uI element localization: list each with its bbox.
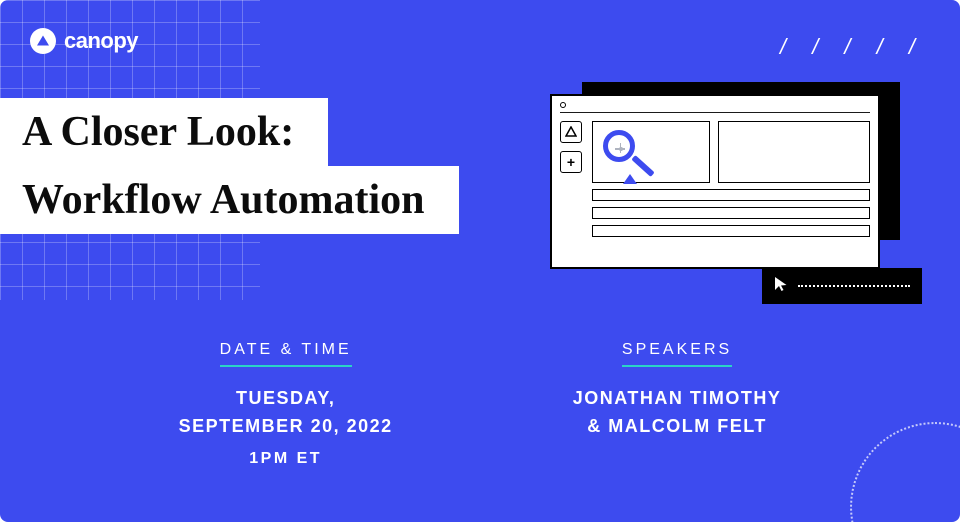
speakers-value: JONATHAN TIMOTHY & MALCOLM FELT bbox=[573, 385, 782, 441]
speaker-line-2: & MALCOLM FELT bbox=[587, 416, 767, 436]
illustration-window: + bbox=[550, 94, 880, 269]
content-pane-main bbox=[718, 121, 870, 183]
brand-mark-icon bbox=[30, 28, 56, 54]
speaker-line-1: JONATHAN TIMOTHY bbox=[573, 388, 782, 408]
window-dot-icon bbox=[560, 102, 566, 108]
illustration-content bbox=[592, 121, 870, 237]
speakers-label: SPEAKERS bbox=[622, 341, 732, 367]
content-pane-search bbox=[592, 121, 710, 183]
date-line-2: SEPTEMBER 20, 2022 bbox=[179, 416, 393, 436]
browser-illustration: + bbox=[550, 82, 900, 300]
date-line-1: TUESDAY, bbox=[236, 388, 335, 408]
promo-card: / / / / / canopy A Closer Look: Workflow… bbox=[0, 0, 960, 522]
content-row-1 bbox=[592, 189, 870, 201]
illustration-titlebar bbox=[560, 102, 870, 113]
brand-logo: canopy bbox=[30, 28, 138, 54]
cursor-badge bbox=[762, 268, 922, 304]
date-time-block: DATE & TIME TUESDAY, SEPTEMBER 20, 2022 … bbox=[179, 341, 393, 472]
slashes-decoration: / / / / / bbox=[780, 34, 925, 60]
illustration-sidebar: + bbox=[560, 121, 584, 237]
magnifier-icon bbox=[603, 130, 635, 162]
date-time-value: TUESDAY, SEPTEMBER 20, 2022 1PM ET bbox=[179, 385, 393, 472]
content-row-3 bbox=[592, 225, 870, 237]
info-row: DATE & TIME TUESDAY, SEPTEMBER 20, 2022 … bbox=[0, 341, 960, 472]
sidebar-tile-plus-icon: + bbox=[560, 151, 582, 173]
speakers-block: SPEAKERS JONATHAN TIMOTHY & MALCOLM FELT bbox=[573, 341, 782, 472]
pointer-triangle-icon bbox=[623, 174, 637, 184]
title-line-2: Workflow Automation bbox=[0, 166, 459, 234]
sidebar-tile-triangle-icon bbox=[560, 121, 582, 143]
brand-name: canopy bbox=[64, 28, 138, 54]
dotted-line-icon bbox=[798, 285, 910, 287]
cursor-icon bbox=[774, 276, 788, 297]
title-line-1: A Closer Look: bbox=[0, 98, 328, 166]
date-line-3: 1PM ET bbox=[179, 447, 393, 472]
content-row-2 bbox=[592, 207, 870, 219]
date-time-label: DATE & TIME bbox=[220, 341, 352, 367]
